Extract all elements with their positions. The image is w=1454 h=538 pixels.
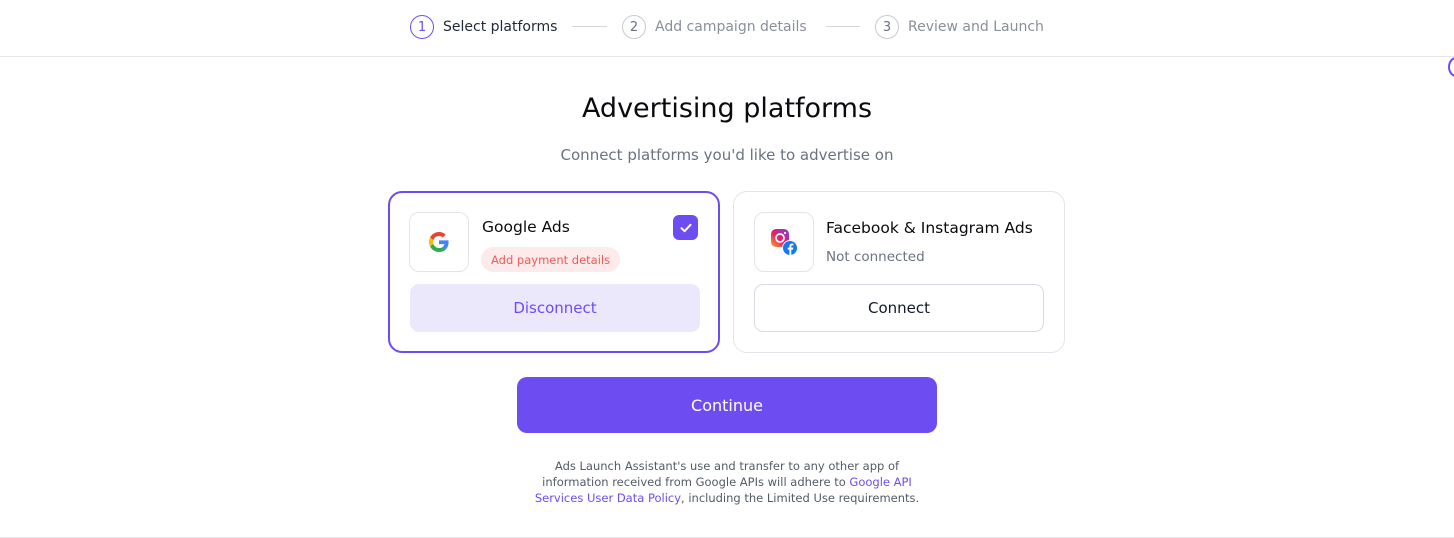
connection-status: Not connected: [826, 249, 925, 265]
page-title: Advertising platforms: [581, 93, 873, 124]
step-connector: [572, 26, 607, 27]
legal-text-before: Ads Launch Assistant's use and transfer …: [542, 459, 900, 489]
google-logo-box: [409, 212, 469, 272]
step-number-2: 2: [622, 15, 646, 39]
connect-button[interactable]: Connect: [754, 284, 1044, 332]
step-add-campaign-details[interactable]: 2 Add campaign details: [622, 14, 807, 40]
step-number-3: 3: [875, 15, 899, 39]
meta-logo-box: [754, 212, 814, 272]
edge-handle[interactable]: [1448, 57, 1454, 77]
facebook-instagram-ads-title: Facebook & Instagram Ads: [826, 219, 1033, 237]
progress-stepper: 1 Select platforms 2 Add campaign detail…: [0, 0, 1454, 57]
step-label-2: Add campaign details: [655, 19, 807, 35]
step-number-1: 1: [410, 15, 434, 39]
step-select-platforms[interactable]: 1 Select platforms: [410, 14, 557, 40]
checkmark-icon: [680, 223, 691, 232]
instagram-facebook-logo-icon: [771, 229, 798, 256]
google-ads-card[interactable]: Google Ads Add payment details Disconnec…: [388, 191, 720, 353]
step-label-3: Review and Launch: [908, 19, 1044, 35]
continue-button[interactable]: Continue: [517, 377, 937, 433]
step-label-1: Select platforms: [443, 19, 558, 35]
payment-warning-badge[interactable]: Add payment details: [481, 247, 621, 272]
legal-text-after: , including the Limited Use requirements…: [681, 491, 920, 505]
page-subtitle: Connect platforms you'd like to advertis…: [560, 146, 894, 164]
facebook-instagram-ads-card[interactable]: Facebook & Instagram Ads Not connected C…: [733, 191, 1065, 353]
step-connector: [826, 26, 860, 27]
legal-disclaimer: Ads Launch Assistant's use and transfer …: [527, 458, 927, 506]
google-ads-title: Google Ads: [482, 218, 570, 236]
google-logo-icon: [429, 232, 449, 252]
google-ads-checkbox[interactable]: [673, 215, 698, 240]
disconnect-button[interactable]: Disconnect: [410, 284, 700, 332]
step-review-and-launch[interactable]: 3 Review and Launch: [875, 14, 1044, 40]
